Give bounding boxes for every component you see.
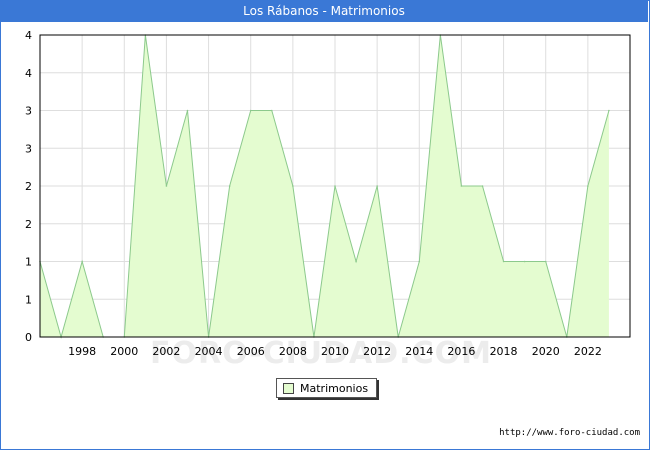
legend-label: Matrimonios — [300, 381, 369, 395]
data-point — [523, 260, 526, 263]
x-tick-label: 2010 — [321, 345, 349, 358]
data-point — [270, 109, 273, 112]
source-url: http://www.foro-ciudad.com — [499, 428, 640, 438]
data-point — [186, 109, 189, 112]
data-point — [481, 185, 484, 187]
y-tick-label: 1 — [25, 293, 32, 306]
data-point — [355, 260, 357, 263]
x-tick-label: 1998 — [68, 345, 96, 358]
data-point — [228, 185, 231, 187]
data-point — [460, 185, 463, 187]
y-tick-label: 2 — [25, 218, 32, 231]
x-tick-label: 2000 — [110, 345, 138, 358]
x-tick-label: 2008 — [279, 345, 307, 358]
y-tick-label: 0 — [25, 331, 32, 344]
x-tick-label: 2022 — [574, 345, 602, 358]
y-tick-label: 2 — [25, 180, 32, 193]
data-point — [292, 185, 294, 187]
y-tick-label: 3 — [25, 142, 32, 155]
x-tick-label: 2014 — [405, 345, 433, 358]
y-tick-label: 4 — [25, 67, 32, 80]
x-tick-label: 2012 — [363, 345, 391, 358]
data-point — [502, 260, 505, 263]
data-point — [544, 260, 547, 263]
data-point — [165, 185, 168, 187]
x-tick-label: 2002 — [152, 345, 180, 358]
x-tick-label: 2016 — [447, 345, 475, 358]
y-tick-label: 4 — [25, 29, 32, 42]
legend-swatch — [283, 382, 294, 394]
x-tick-label: 2004 — [195, 345, 223, 358]
x-tick-label: 2020 — [532, 345, 560, 358]
data-point — [418, 260, 421, 263]
y-tick-label: 1 — [25, 256, 32, 269]
legend: Matrimonios — [276, 378, 378, 398]
x-tick-label: 2006 — [237, 345, 265, 358]
data-point — [81, 260, 83, 263]
data-point — [587, 185, 589, 187]
data-point — [376, 185, 378, 187]
data-point — [334, 185, 336, 187]
x-tick-label: 2018 — [490, 345, 518, 358]
y-tick-label: 3 — [25, 105, 32, 118]
data-point — [608, 109, 610, 112]
data-point — [249, 109, 252, 112]
